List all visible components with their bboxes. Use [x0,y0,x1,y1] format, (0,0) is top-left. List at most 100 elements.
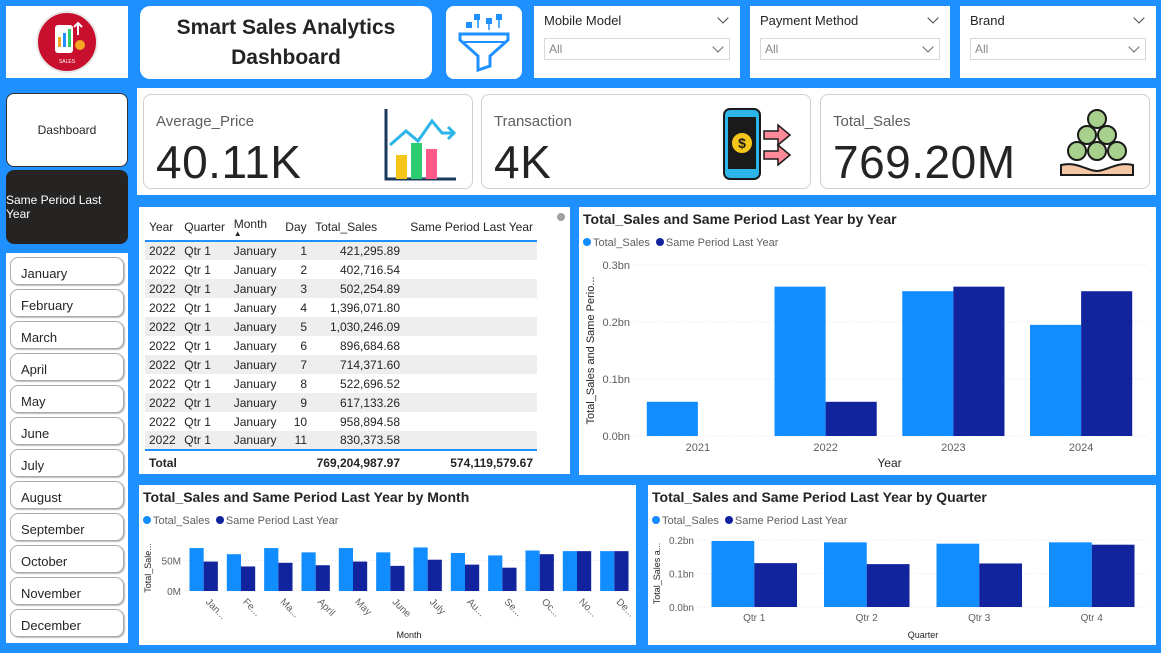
bar-same-period-last-year-se-[interactable] [502,567,517,591]
kpi-row: Average_Price 40.11K Transaction 4K $ To… [137,88,1156,195]
bar-same-period-last-year-june[interactable] [390,565,405,591]
payment-method-slicer[interactable]: Payment Method All [750,6,950,78]
month-item-april[interactable]: April [10,353,124,381]
brand-slicer[interactable]: Brand All [960,6,1156,78]
month-item-december[interactable]: December [10,609,124,637]
month-item-august[interactable]: August [10,481,124,509]
month-item-october[interactable]: October [10,545,124,573]
chevron-down-icon[interactable] [1133,12,1145,24]
bar-total-sales-qtr-2[interactable] [824,542,867,607]
column-header-total-sales[interactable]: Total_Sales [311,213,404,241]
bar-same-period-last-year-may[interactable] [353,561,368,591]
month-item-march[interactable]: March [10,321,124,349]
bar-total-sales-jan-[interactable] [189,548,204,591]
payment-method-dropdown[interactable]: All [760,38,940,60]
table-row[interactable]: 2022 Qtr 1 January 3 502,254.89 [145,279,537,298]
table-cell: 3 [300,281,308,296]
bar-same-period-last-year-no-[interactable] [577,551,592,591]
logo-panel: SALES [6,6,128,78]
chevron-down-icon[interactable] [927,12,939,24]
table-cell: 714,371.60 [339,357,401,372]
bar-same-period-last-year-july[interactable] [427,559,442,591]
bar-total-sales-2023[interactable] [902,291,954,436]
month-item-may[interactable]: May [10,385,124,413]
month-item-january[interactable]: January [10,257,124,285]
month-item-november[interactable]: November [10,577,124,605]
table-row[interactable]: 2022 Qtr 1 January 4 1,396,071.80 [145,298,537,317]
table-row[interactable]: 2022 Qtr 1 January 7 714,371.60 [145,355,537,374]
sort-ascending-icon: ▲ [233,228,242,238]
bar-total-sales-qtr-4[interactable] [1049,542,1092,607]
scrollbar-thumb[interactable] [557,213,565,221]
bar-same-period-last-year-de-[interactable] [614,551,629,591]
title-line-2: Dashboard [231,45,341,69]
bar-total-sales-april[interactable] [301,552,316,591]
bar-total-sales-au-[interactable] [450,552,465,591]
table-cell: Qtr 1 [184,433,211,447]
bar-total-sales-oc-[interactable] [525,550,540,591]
table-cell: 522,696.52 [339,376,401,391]
month-item-september[interactable]: September [10,513,124,541]
bar-same-period-last-year-jan-[interactable] [203,561,218,591]
bar-same-period-last-year-april[interactable] [315,565,330,591]
column-header-day[interactable]: Day [281,213,311,241]
bar-total-sales-fe-[interactable] [226,554,241,591]
table-cell: 2022 [149,262,176,277]
bar-same-period-last-year-ma-[interactable] [278,562,293,591]
bar-total-sales-2021[interactable] [646,401,698,436]
bar-total-sales-qtr-3[interactable] [936,543,980,607]
table-row[interactable]: 2022 Qtr 1 January 8 522,696.52 [145,374,537,393]
bar-total-sales-july[interactable] [413,547,428,591]
bar-total-sales-qtr-1[interactable] [711,541,755,607]
table-cell: Qtr 1 [184,338,211,353]
bar-same-period-last-year-qtr-2[interactable] [866,564,910,607]
table-row[interactable]: 2022 Qtr 1 January 1 421,295.89 [145,241,537,260]
mobile-model-dropdown[interactable]: All [544,38,730,60]
dashboard-nav-button[interactable]: Dashboard [6,93,128,167]
table-cell: 2022 [149,300,176,315]
bar-total-sales-se-[interactable] [488,555,503,591]
bar-same-period-last-year-fe-[interactable] [241,566,256,591]
table-row[interactable]: 2022 Qtr 1 January 10 958,894.58 [145,412,537,431]
bar-total-sales-de-[interactable] [600,551,615,591]
table-cell: 10 [293,414,308,429]
table-row[interactable]: 2022 Qtr 1 January 11 830,373.58 [145,431,537,450]
table-row[interactable]: 2022 Qtr 1 January 6 896,684.68 [145,336,537,355]
column-header-month[interactable]: Month ▲ [230,213,282,241]
same-period-last-year-nav-button[interactable]: Same Period Last Year [6,170,128,244]
month-item-june[interactable]: June [10,417,124,445]
bar-total-sales-2022[interactable] [774,286,826,436]
bar-same-period-last-year-2024[interactable] [1081,291,1133,436]
bar-same-period-last-year-2023[interactable] [953,286,1005,436]
bar-same-period-last-year-2022[interactable] [825,401,877,436]
bar-total-sales-ma-[interactable] [264,548,279,591]
bar-same-period-last-year-qtr-4[interactable] [1091,544,1135,607]
bar-same-period-last-year-qtr-3[interactable] [979,563,1022,607]
table-cell: Qtr 1 [184,414,211,429]
brand-dropdown[interactable]: All [970,38,1146,60]
bar-total-sales-no-[interactable] [562,551,577,591]
table-cell: Qtr 1 [184,262,211,277]
column-header-quarter[interactable]: Quarter [180,213,229,241]
bar-same-period-last-year-qtr-1[interactable] [754,563,797,607]
table-cell: 2022 [149,433,176,447]
month-item-february[interactable]: February [10,289,124,317]
chevron-down-icon[interactable] [717,12,729,24]
mobile-payment-icon: $ [723,108,792,180]
month-item-july[interactable]: July [10,449,124,477]
bar-total-sales-june[interactable] [376,552,391,591]
bar-total-sales-may[interactable] [338,548,353,591]
column-header-year[interactable]: Year [145,213,180,241]
table-row[interactable]: 2022 Qtr 1 January 2 402,716.54 [145,260,537,279]
x-tick-label: 2022 [813,442,837,454]
bar-total-sales-2024[interactable] [1030,324,1082,436]
chart-sales-by-month: Total_Sales and Same Period Last Year by… [139,485,636,645]
bar-same-period-last-year-au-[interactable] [465,564,480,591]
table-row[interactable]: 2022 Qtr 1 January 5 1,030,246.09 [145,317,537,336]
logo-text: SALES [59,59,76,65]
table-row[interactable]: 2022 Qtr 1 January 9 617,133.26 [145,393,537,412]
column-header-same-period-last-year[interactable]: Same Period Last Year [404,213,537,241]
mobile-model-slicer[interactable]: Mobile Model All [534,6,740,78]
x-tick-label: April [315,597,337,619]
bar-same-period-last-year-oc-[interactable] [539,554,554,591]
